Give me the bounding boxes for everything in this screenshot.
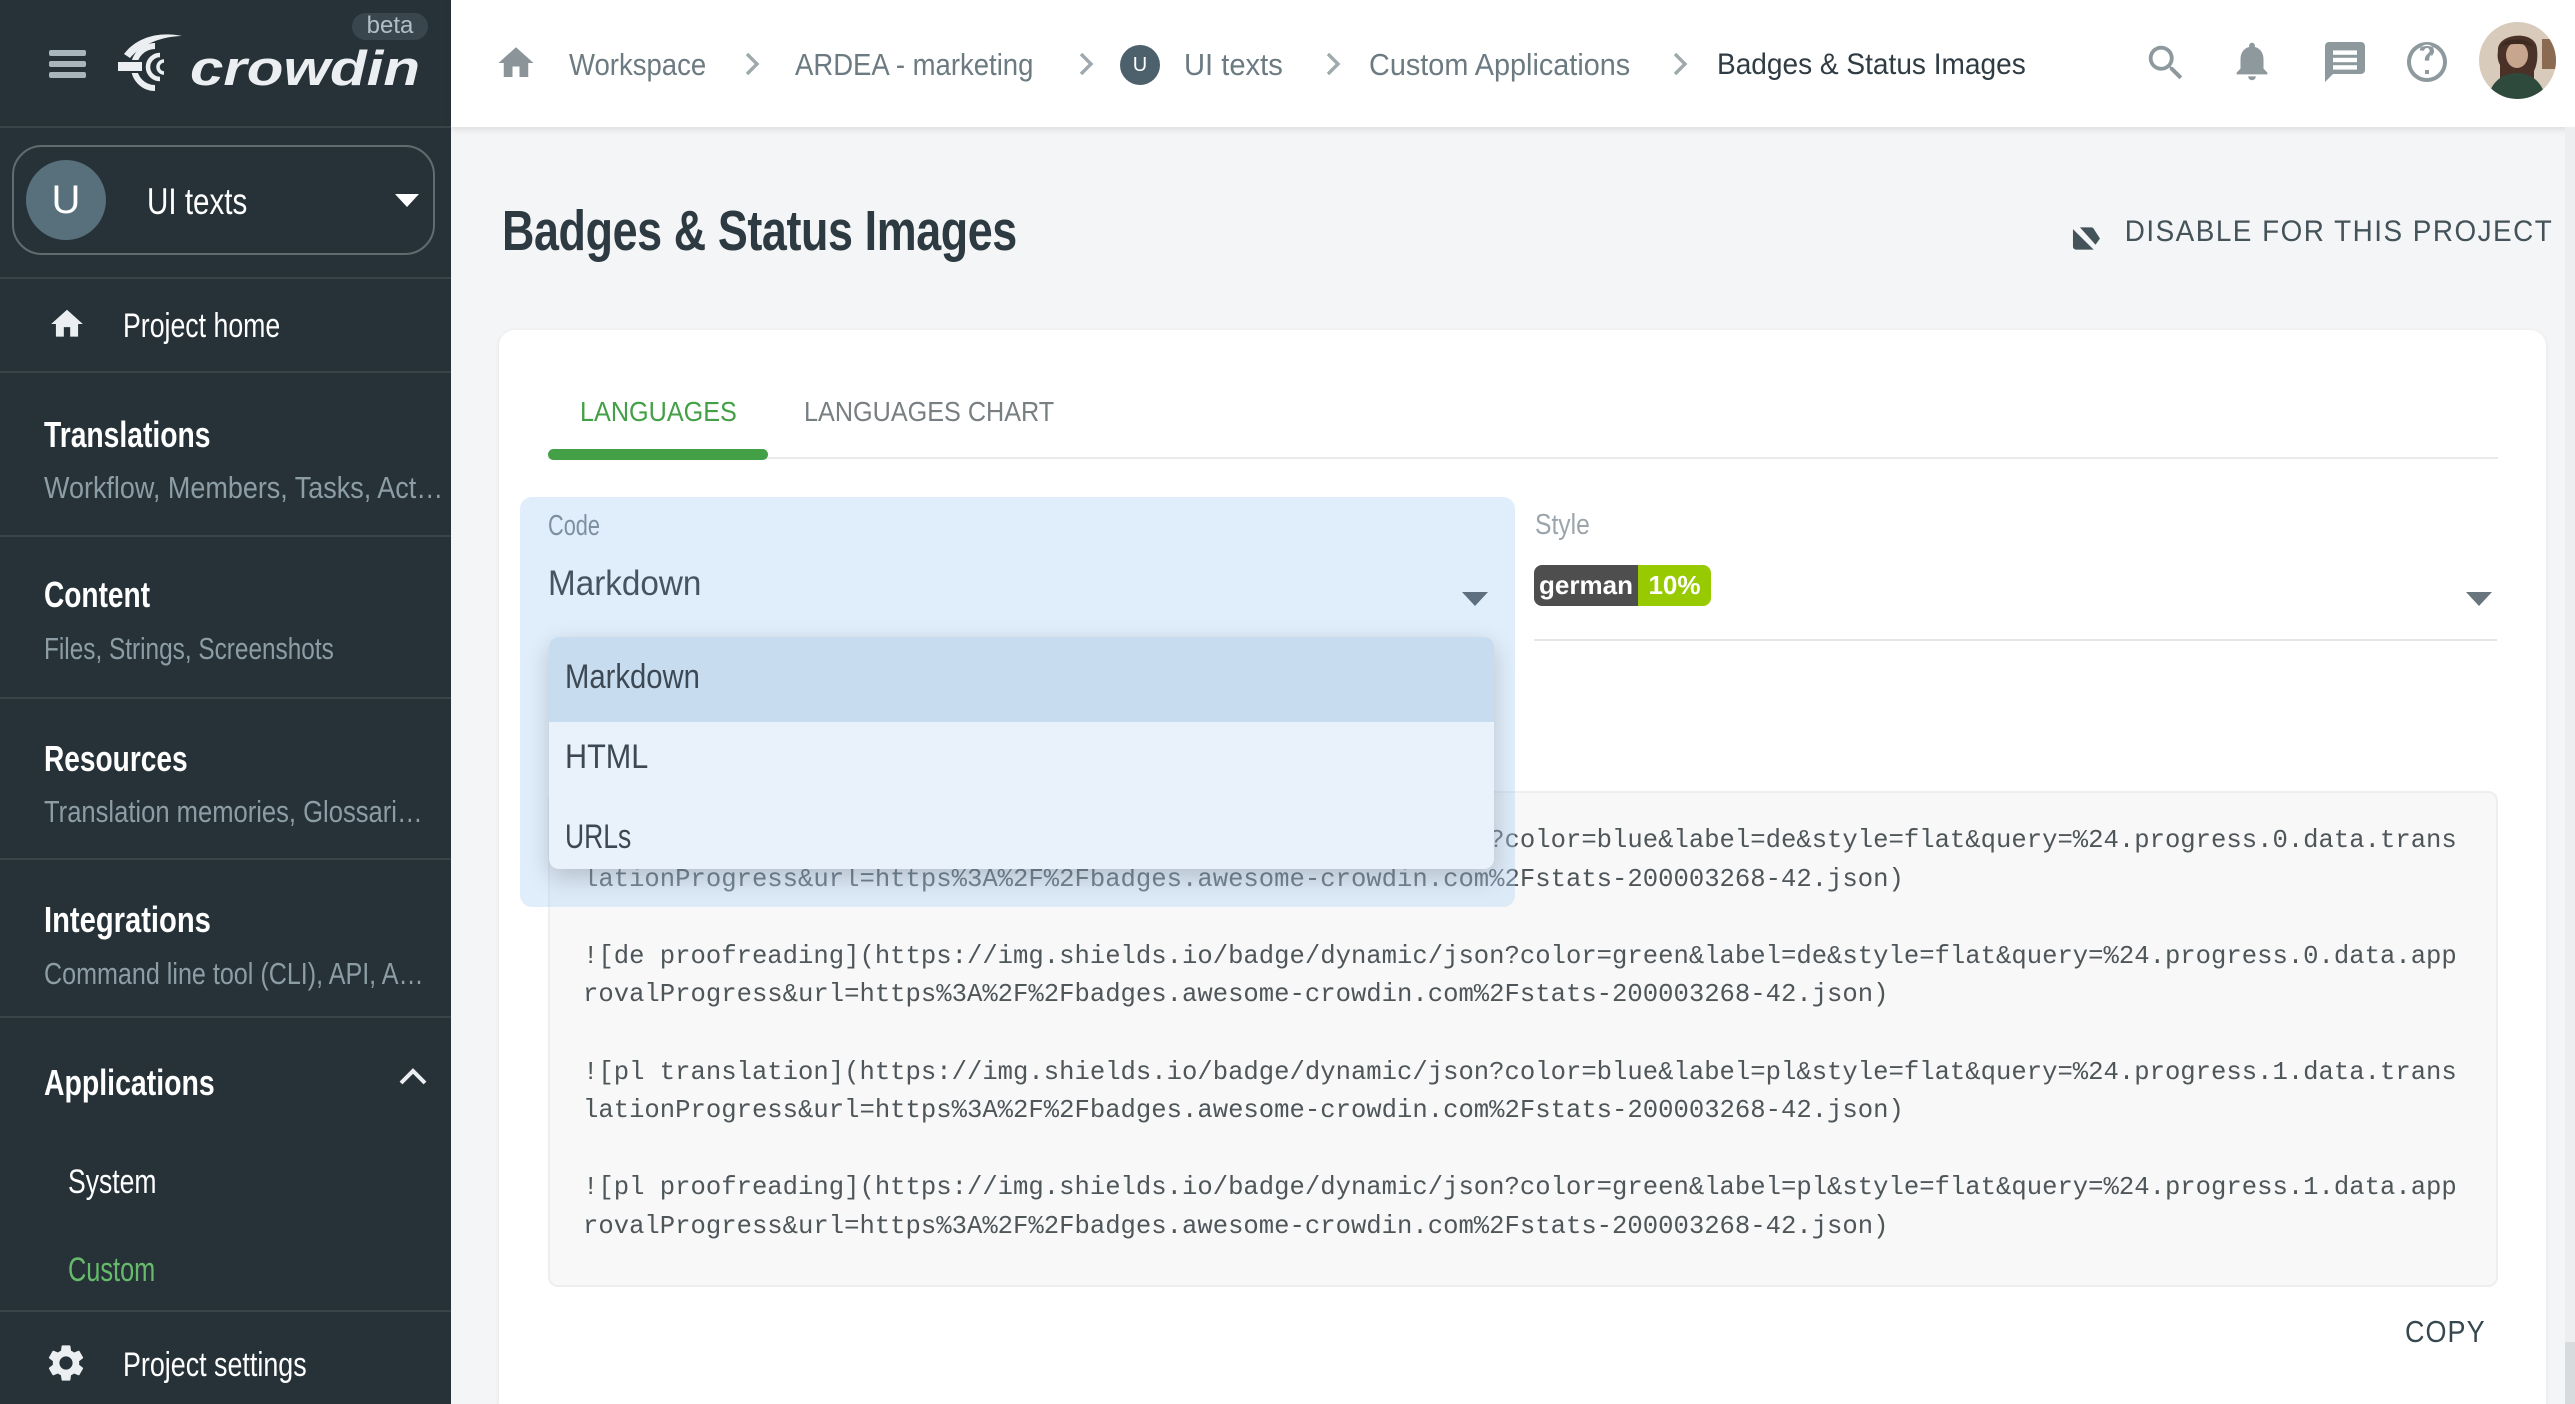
- svg-text:crowdin: crowdin: [190, 42, 420, 96]
